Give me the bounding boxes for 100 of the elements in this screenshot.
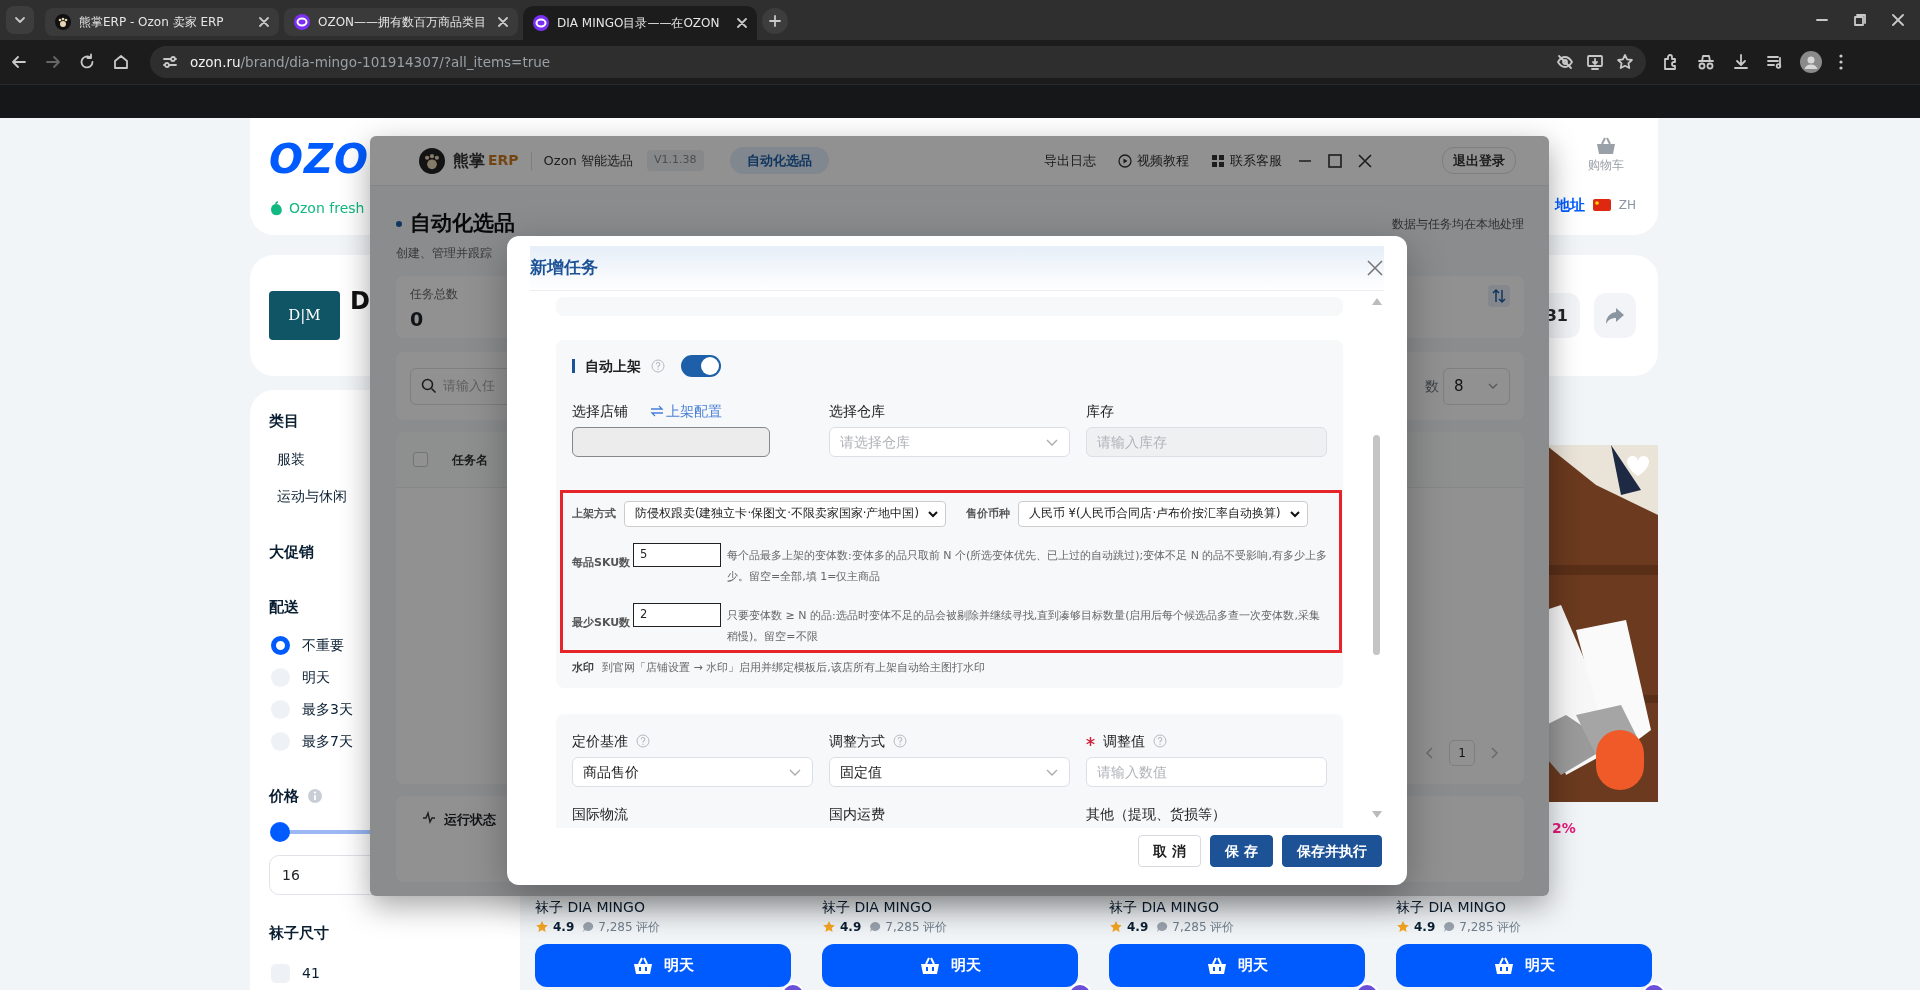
brand-name: D xyxy=(350,285,370,317)
chevron-down-icon xyxy=(1288,508,1301,520)
info-note: 数据与任务均在本地处理 xyxy=(1392,216,1524,233)
hint-text: 只要变体数 ≥ N 的品:选品时变体不足的品会被剔除并继续寻找,直到凑够目标数量(启用后每个候选品多查一次变体数,采集稍慢)。留空=不限 xyxy=(727,608,1321,645)
eye-off-icon[interactable] xyxy=(1556,53,1574,71)
close-icon[interactable] xyxy=(1358,153,1372,168)
home-icon[interactable] xyxy=(112,53,130,71)
heart-icon[interactable] xyxy=(1626,455,1650,477)
checkbox[interactable] xyxy=(413,452,428,467)
basket-icon xyxy=(1206,955,1228,976)
language-label: ZH xyxy=(1618,197,1636,215)
install-icon[interactable] xyxy=(1586,53,1604,71)
filter-title: 类目 xyxy=(269,411,300,432)
ozon-logo[interactable]: OZO xyxy=(269,136,369,182)
help-icon xyxy=(1153,734,1167,748)
page-title: 自动化选品 xyxy=(410,210,515,238)
tab-search-button[interactable] xyxy=(6,6,34,34)
chevron-down-icon xyxy=(926,508,939,520)
download-icon[interactable] xyxy=(1732,53,1750,71)
menu-icon[interactable] xyxy=(1838,53,1844,71)
help-icon xyxy=(636,734,650,748)
checkbox-label[interactable]: 41 xyxy=(302,962,320,984)
pricing-select[interactable]: 固定值 xyxy=(829,757,1070,787)
share-icon xyxy=(1605,306,1625,325)
scrollbar-thumb[interactable] xyxy=(1373,435,1380,655)
play-circle-icon xyxy=(1118,153,1132,168)
spy-icon[interactable] xyxy=(1696,53,1716,71)
restore-icon[interactable] xyxy=(1854,14,1866,26)
config-link[interactable]: 上架配置 xyxy=(650,400,722,422)
save-button[interactable]: 保存并执行 xyxy=(1282,835,1382,867)
grid-icon xyxy=(1211,153,1225,168)
required-icon xyxy=(1086,736,1095,746)
product-title[interactable]: 袜子 DIA MINGO xyxy=(535,898,797,916)
discount-label: 2% xyxy=(1551,819,1577,838)
field-label: 库存 xyxy=(1086,402,1115,420)
buy-button[interactable]: 明天 xyxy=(1109,944,1365,987)
cancel-button[interactable]: 取 消 xyxy=(1138,835,1202,867)
app-name: Ozon 智能选品 xyxy=(543,151,633,170)
swap-icon xyxy=(650,405,664,417)
address-bar[interactable]: ozon.ru/brand/dia-mingo-101914307/?all_items=true xyxy=(150,46,1646,78)
logout-button[interactable]: 退出登录 xyxy=(1442,146,1516,175)
star-icon[interactable] xyxy=(1616,53,1634,71)
address-link[interactable]: 地址 xyxy=(1554,194,1585,217)
page-size-select[interactable]: 8 xyxy=(1443,367,1510,405)
radio-label[interactable]: 最多7天 xyxy=(302,730,353,752)
toolbar-link[interactable]: 联系客服 xyxy=(1211,150,1282,171)
currency-select[interactable]: 人民币 ¥(人民币合同店·卢布价按汇率自动换算) xyxy=(1017,501,1308,527)
info-icon xyxy=(307,788,323,804)
section-title: 运行状态 xyxy=(444,811,496,829)
hint-text: 到官网「店铺设置 → 水印」启用并绑定模板后,该店所有上架自动给主图打水印 xyxy=(602,660,985,676)
buy-button[interactable]: 明天 xyxy=(1396,944,1652,987)
maximize-icon[interactable] xyxy=(1328,153,1342,168)
radio-label[interactable]: 明天 xyxy=(302,666,330,688)
listing-mode-select[interactable]: 防侵权跟卖(建独立卡·保图文·不限卖家国家·产地中国) xyxy=(624,501,946,527)
browser-tab[interactable]: OZON——拥有数百万商品类目 xyxy=(284,8,518,36)
field-label: 国际物流 xyxy=(572,805,629,823)
new-tab-button[interactable] xyxy=(762,8,788,34)
forward-icon[interactable] xyxy=(44,53,62,71)
toggle-switch[interactable] xyxy=(681,355,721,377)
media-icon[interactable] xyxy=(1766,53,1784,71)
product-title[interactable]: 袜子 DIA MINGO xyxy=(1109,898,1371,916)
paw-icon xyxy=(419,147,445,174)
ring-icon xyxy=(294,14,310,30)
chat-icon xyxy=(1443,921,1456,933)
share-button[interactable] xyxy=(1594,293,1636,338)
basket-icon xyxy=(919,955,941,976)
dialog-title: 新增任务 xyxy=(530,256,598,280)
chevron-down-icon xyxy=(14,14,26,26)
field-label: 售价币种 xyxy=(965,505,1010,522)
toolbar-link[interactable]: 导出日志 xyxy=(1044,150,1096,171)
back-icon[interactable] xyxy=(10,53,28,71)
radio-label[interactable]: 最多3天 xyxy=(302,698,353,720)
chat-icon xyxy=(869,921,882,933)
rating-value: 4.9 xyxy=(1414,919,1436,936)
buy-button[interactable]: 明天 xyxy=(822,944,1078,987)
avatar-icon[interactable] xyxy=(1800,51,1822,73)
review-count: 7,285 评价 xyxy=(598,919,661,936)
browser-tab[interactable]: 熊掌ERP - Ozon 卖家 ERP xyxy=(45,8,279,36)
save-button[interactable]: 保 存 xyxy=(1210,835,1273,867)
column-header: 任务名 xyxy=(452,451,488,469)
version-label: V1.1.38 xyxy=(647,150,704,171)
reload-icon[interactable] xyxy=(78,53,96,71)
browser-tab[interactable]: DIA MINGO目录——在OZON xyxy=(523,6,757,40)
product-title[interactable]: 袜子 DIA MINGO xyxy=(1396,898,1658,916)
number-field[interactable]: 5 xyxy=(633,543,721,567)
chat-icon xyxy=(1156,921,1169,933)
number-field[interactable]: 2 xyxy=(633,603,721,627)
product-title[interactable]: 袜子 DIA MINGO xyxy=(822,898,1084,916)
page-number[interactable]: 1 xyxy=(1449,740,1475,766)
sort-icon[interactable] xyxy=(1488,285,1510,307)
slider-thumb[interactable] xyxy=(270,822,290,842)
site-info-icon[interactable] xyxy=(162,54,178,70)
buy-button[interactable]: 明天 xyxy=(535,944,791,987)
toolbar-link[interactable]: 视频教程 xyxy=(1118,150,1189,171)
store-field[interactable] xyxy=(572,427,770,457)
radio-label[interactable]: 不重要 xyxy=(302,634,344,656)
radio-button[interactable] xyxy=(271,635,290,655)
field-label: 调整值 xyxy=(1103,731,1145,751)
pricing-select[interactable]: 商品售价 xyxy=(572,757,813,787)
filter-title: 配送 xyxy=(269,597,300,618)
